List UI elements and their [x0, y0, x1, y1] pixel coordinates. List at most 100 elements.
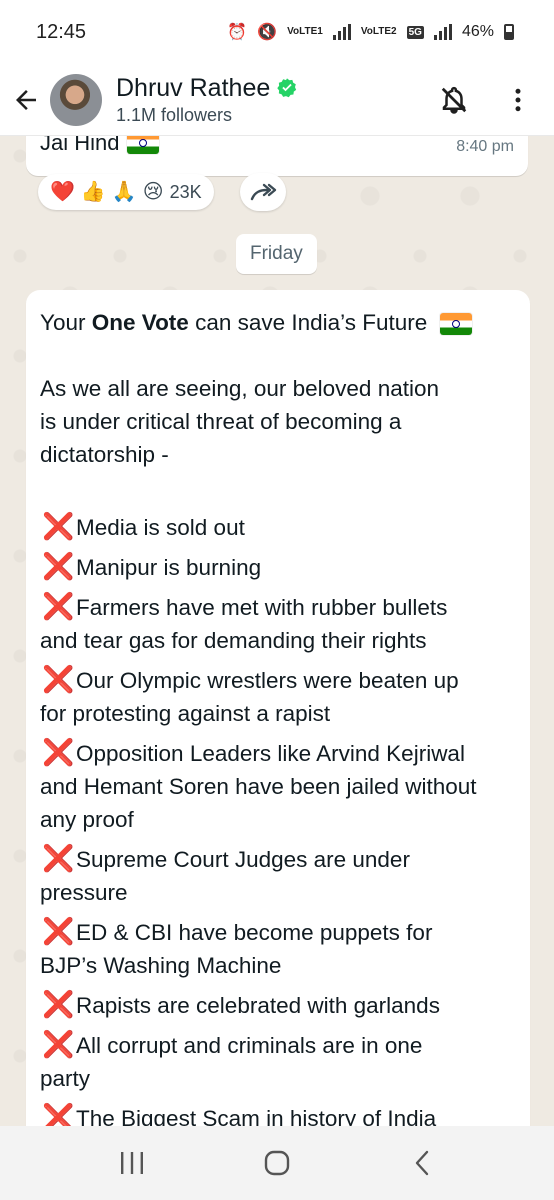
reaction-count: 23K: [169, 181, 202, 202]
bullet-text: and tear gas for demanding their rights: [40, 628, 427, 653]
bullet-line: ❌Opposition Leaders like Arvind Kejriwal: [40, 736, 516, 770]
reaction-heart: ❤️: [50, 181, 75, 203]
forward-button[interactable]: [240, 173, 286, 211]
bullet-text: BJP’s Washing Machine: [40, 953, 282, 978]
bullet-line: ❌Rapists are celebrated with garlands: [40, 988, 516, 1022]
mute-icon: 🔇: [257, 24, 278, 41]
bullet-line: ❌All corrupt and criminals are in one: [40, 1028, 516, 1062]
recents-icon: [121, 1152, 144, 1174]
system-back-button[interactable]: [392, 1133, 452, 1193]
previous-message-time: 8:40 pm: [456, 138, 514, 155]
bullet-text: any proof: [40, 807, 134, 832]
bullet-text: Our Olympic wrestlers were beaten up: [76, 668, 459, 693]
bullet-text: and Hemant Soren have been jailed withou…: [40, 774, 477, 799]
cross-mark-icon: ❌: [42, 1102, 75, 1126]
bullet-text: All corrupt and criminals are in one: [76, 1033, 423, 1058]
nav-back-icon: [415, 1150, 428, 1176]
bullet-text: pressure: [40, 880, 128, 905]
cross-mark-icon: ❌: [42, 591, 75, 621]
bullet-text: Rapists are celebrated with garlands: [76, 993, 440, 1018]
reaction-pray: 🙏: [111, 181, 137, 203]
bullet-line: and tear gas for demanding their rights: [40, 624, 516, 657]
more-vertical-icon: [515, 88, 521, 111]
cross-mark-icon: ❌: [42, 664, 75, 694]
cross-mark-icon: ❌: [42, 1029, 75, 1059]
bullet-text: party: [40, 1066, 91, 1091]
bullet-line: and Hemant Soren have been jailed withou…: [40, 770, 516, 803]
message-bubble[interactable]: Your One Vote can save India’s Future As…: [26, 290, 530, 1126]
more-options-button[interactable]: [500, 82, 536, 118]
bullet-line: ❌The Biggest Scam in history of India: [40, 1101, 516, 1126]
alarm-icon: ⏰: [227, 24, 248, 41]
cross-mark-icon: ❌: [42, 916, 75, 946]
bullet-text: Media is sold out: [76, 515, 245, 540]
bullet-line: ❌Supreme Court Judges are under: [40, 842, 516, 876]
bullet-text: Supreme Court Judges are under: [76, 847, 410, 872]
bullet-line: ❌ED & CBI have become puppets for: [40, 915, 516, 949]
bullet-line: any proof: [40, 803, 516, 836]
mute-notifications-button[interactable]: [436, 82, 472, 118]
bullet-text: for protesting against a rapist: [40, 701, 331, 726]
bullet-line: ❌Manipur is burning: [40, 550, 516, 584]
bell-off-icon: [441, 86, 467, 114]
bullet-item: ❌Supreme Court Judges are under pressure: [40, 842, 516, 909]
home-icon: [264, 1150, 290, 1176]
cross-mark-icon: ❌: [42, 843, 75, 873]
bullet-line: ❌Media is sold out: [40, 510, 516, 544]
forward-icon: [250, 183, 277, 201]
headline-suffix: can save India’s Future: [188, 310, 428, 335]
back-button[interactable]: [4, 78, 48, 122]
bullet-text: ED & CBI have become puppets for: [76, 920, 433, 945]
back-arrow-icon: [16, 89, 36, 110]
reactions-bar[interactable]: ❤️ 👍 🙏 😢 23K: [38, 174, 214, 210]
channel-title[interactable]: Dhruv Rathee 1.1M followers: [116, 73, 298, 126]
india-flag-icon: [439, 313, 472, 336]
battery-icon: [504, 24, 514, 40]
bullet-item: ❌Farmers have met with rubber bullets and…: [40, 590, 516, 657]
channel-name: Dhruv Rathee: [116, 74, 271, 102]
intro-line: As we all are seeing, our beloved nation: [40, 376, 440, 401]
bullet-line: pressure: [40, 876, 516, 909]
bullet-text: Opposition Leaders like Arvind Kejriwal: [76, 741, 465, 766]
bullet-line: ❌Farmers have met with rubber bullets: [40, 590, 516, 624]
status-bar: 12:45 ⏰ 🔇 VoLTE1 VoLTE2 5G 46%: [0, 0, 554, 64]
previous-message-text-row: Jai Hind: [40, 136, 160, 156]
bullet-item: ❌Media is sold out: [40, 510, 516, 544]
status-icons: ⏰ 🔇 VoLTE1 VoLTE2 5G 46%: [227, 22, 514, 42]
date-separator: Friday: [236, 234, 317, 274]
message-bullets: ❌Media is sold out ❌Manipur is burning ❌Fa…: [40, 510, 516, 1126]
cross-mark-icon: ❌: [42, 511, 75, 541]
bullet-item: ❌All corrupt and criminals are in one par…: [40, 1028, 516, 1095]
india-flag-icon: [127, 136, 160, 154]
home-button[interactable]: [247, 1133, 307, 1193]
previous-message-text: Jai Hind: [40, 136, 120, 155]
reaction-thumbs-up: 👍: [80, 181, 106, 203]
bullet-line: BJP’s Washing Machine: [40, 949, 516, 982]
channel-name-row: Dhruv Rathee: [116, 73, 298, 103]
chat-area[interactable]: Jai Hind 8:40 pm ❤️ 👍 🙏 😢 23K Friday You…: [0, 136, 554, 1126]
previous-message-bubble[interactable]: Jai Hind 8:40 pm: [26, 136, 528, 176]
intro-line: is under critical threat of becoming a: [40, 409, 402, 434]
intro-line: dictatorship -: [40, 442, 169, 467]
cross-mark-icon: ❌: [42, 737, 75, 767]
status-time: 12:45: [36, 20, 87, 43]
cross-mark-icon: ❌: [42, 989, 75, 1019]
volte1-label: VoLTE1: [287, 26, 323, 37]
recents-button[interactable]: [102, 1133, 162, 1193]
bullet-text: Farmers have met with rubber bullets: [76, 595, 448, 620]
signal2-icon: [433, 24, 452, 40]
bullet-item: ❌Rapists are celebrated with garlands: [40, 988, 516, 1022]
message-headline: Your One Vote can save India’s Future: [40, 306, 516, 339]
bullet-item: ❌The Biggest Scam in history of India- E…: [40, 1101, 516, 1126]
bullet-line: party: [40, 1062, 516, 1095]
headline-prefix: Your: [40, 310, 92, 335]
volte2-label: VoLTE2: [360, 26, 397, 37]
verified-badge-icon: [276, 77, 298, 99]
message-intro: As we all are seeing, our beloved nation…: [40, 372, 516, 471]
bullet-item: ❌Opposition Leaders like Arvind Kejriwal…: [40, 736, 516, 836]
channel-avatar[interactable]: [50, 73, 102, 126]
cross-mark-icon: ❌: [42, 551, 75, 581]
header-actions: [436, 82, 536, 118]
